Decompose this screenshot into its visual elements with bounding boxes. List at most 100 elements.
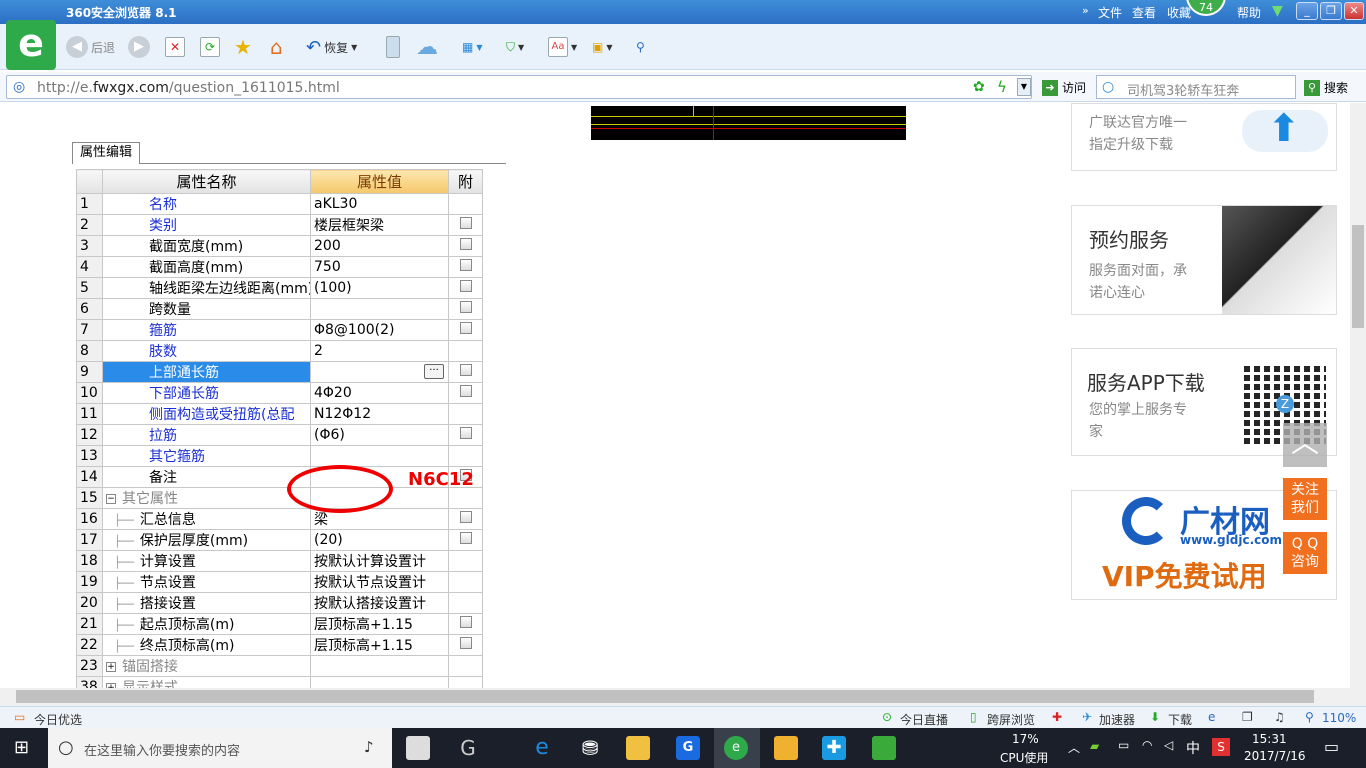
status-zoom[interactable]: 110% bbox=[1322, 711, 1356, 725]
plus-icon[interactable]: ✚ bbox=[1052, 710, 1062, 724]
menu-view[interactable]: 查看 bbox=[1132, 4, 1156, 21]
table-row[interactable]: 11 侧面构造或受扭筋(总配 N12Φ12 bbox=[76, 403, 483, 425]
clock-date[interactable]: 2017/7/16 bbox=[1244, 749, 1306, 763]
apps-icon[interactable]: ▦ ▼ bbox=[462, 36, 483, 58]
service-ad[interactable]: 预约服务 服务面对面，承 诺心连心 bbox=[1071, 205, 1337, 315]
refresh-button[interactable]: ⟳ bbox=[200, 36, 220, 58]
table-row[interactable]: 5 轴线距梁左边线距离(mm) (100) bbox=[76, 277, 483, 299]
menu-file[interactable]: 文件 bbox=[1098, 4, 1122, 21]
search-button[interactable]: ⚲ 搜索 bbox=[1304, 79, 1348, 96]
home-icon[interactable]: ⌂ bbox=[270, 35, 283, 59]
expand-icon[interactable]: + bbox=[106, 662, 116, 672]
property-name-cell[interactable]: − 其它属性 bbox=[102, 487, 311, 509]
notepad-icon[interactable] bbox=[774, 736, 798, 760]
attach-checkbox[interactable] bbox=[459, 301, 472, 313]
property-value-cell[interactable] bbox=[310, 445, 449, 467]
ie-icon[interactable]: e bbox=[1208, 710, 1215, 724]
property-name-cell[interactable]: ├── 保护层厚度(mm) bbox=[102, 529, 311, 551]
search-engine-icon[interactable]: ○ bbox=[1102, 79, 1114, 95]
table-row[interactable]: 7 箍筋 Φ8@100(2) bbox=[76, 319, 483, 341]
battery-icon[interactable]: ▭ bbox=[1118, 738, 1129, 752]
table-row[interactable]: 17 ├── 保护层厚度(mm) (20) bbox=[76, 529, 483, 551]
property-name-cell[interactable]: 名称 bbox=[102, 193, 311, 215]
magnifier-icon[interactable]: ⚲ bbox=[636, 36, 645, 58]
property-value-cell[interactable]: (Φ6) bbox=[310, 424, 449, 446]
attach-checkbox[interactable] bbox=[459, 511, 472, 523]
vertical-scrollbar[interactable] bbox=[1350, 103, 1366, 688]
table-row[interactable]: 2 类别 楼层框架梁 bbox=[76, 214, 483, 236]
table-row[interactable]: 21 ├── 起点顶标高(m) 层顶标高+1.15 bbox=[76, 613, 483, 635]
attach-checkbox[interactable] bbox=[459, 238, 472, 250]
lightning-icon[interactable]: ϟ bbox=[997, 78, 1007, 96]
table-row[interactable]: 15− 其它属性 bbox=[76, 487, 483, 509]
translate-icon[interactable]: Aa ▼ bbox=[548, 36, 577, 58]
property-name-cell[interactable]: 类别 bbox=[102, 214, 311, 236]
task-view-icon[interactable] bbox=[406, 736, 430, 760]
edge-icon[interactable]: e bbox=[530, 736, 554, 760]
table-row[interactable]: 23 + 锚固搭接 bbox=[76, 655, 483, 677]
property-name-cell[interactable]: ├── 计算设置 bbox=[102, 550, 311, 572]
property-name-cell[interactable]: 截面宽度(mm) bbox=[102, 235, 311, 257]
table-row[interactable]: 8 肢数 2 bbox=[76, 340, 483, 362]
property-name-cell[interactable]: ├── 节点设置 bbox=[102, 571, 311, 593]
tab-property-edit[interactable]: 属性编辑 bbox=[72, 142, 140, 164]
nvidia-icon[interactable]: ▰ bbox=[1090, 739, 1099, 753]
menu-favorites[interactable]: 收藏 bbox=[1167, 4, 1191, 21]
property-name-cell[interactable]: + 显示样式 bbox=[102, 676, 311, 688]
attach-checkbox[interactable] bbox=[459, 259, 472, 271]
property-value-cell[interactable]: 4Φ20 bbox=[310, 382, 449, 404]
property-name-cell[interactable]: 轴线距梁左边线距离(mm) bbox=[102, 277, 311, 299]
property-value-cell[interactable]: 2 bbox=[310, 340, 449, 362]
ellipsis-button[interactable]: ··· bbox=[424, 364, 444, 379]
screenshot-icon[interactable]: ▣ ▼ bbox=[592, 36, 613, 58]
speaker-icon[interactable]: ♫ bbox=[1274, 710, 1285, 724]
table-row[interactable]: 38 + 显示样式 bbox=[76, 676, 483, 688]
windows-start-icon[interactable]: ⊞ bbox=[14, 737, 29, 758]
table-row[interactable]: 6 跨数量 bbox=[76, 298, 483, 320]
property-name-cell[interactable]: ├── 终点顶标高(m) bbox=[102, 634, 311, 656]
sogou-ime-icon[interactable]: S bbox=[1212, 738, 1230, 756]
attach-checkbox[interactable] bbox=[459, 322, 472, 334]
clock-time[interactable]: 15:31 bbox=[1252, 732, 1287, 746]
property-value-cell[interactable]: 按默认搭接设置计 bbox=[310, 592, 449, 614]
explorer-icon[interactable] bbox=[626, 736, 650, 760]
property-value-cell[interactable]: (100) bbox=[310, 277, 449, 299]
phone-icon[interactable] bbox=[386, 36, 400, 58]
qq-consult-button[interactable]: Q Q 咨询 bbox=[1283, 532, 1327, 574]
shirt-icon[interactable]: ▼ bbox=[1272, 3, 1283, 19]
table-row[interactable]: 13 其它箍筋 bbox=[76, 445, 483, 467]
close-button[interactable]: ✕ bbox=[1344, 2, 1364, 20]
header-property-value[interactable]: 属性值 bbox=[310, 169, 449, 194]
property-value-cell[interactable] bbox=[310, 676, 449, 688]
table-row[interactable]: 22 ├── 终点顶标高(m) 层顶标高+1.15 bbox=[76, 634, 483, 656]
status-live[interactable]: 今日直播 bbox=[900, 711, 948, 728]
loading-icon[interactable]: ✿ bbox=[973, 79, 985, 95]
attach-checkbox[interactable] bbox=[459, 217, 472, 229]
property-value-cell[interactable]: aKL30 bbox=[310, 193, 449, 215]
cloud-icon[interactable]: ☁ bbox=[416, 35, 438, 60]
forward-button[interactable]: ▶ bbox=[128, 36, 150, 58]
table-row[interactable]: 16 ├── 汇总信息 梁 bbox=[76, 508, 483, 530]
table-row[interactable]: 9 上部通长筋 ··· bbox=[76, 361, 483, 383]
table-row[interactable]: 12 拉筋 (Φ6) bbox=[76, 424, 483, 446]
property-name-cell[interactable]: 截面高度(mm) bbox=[102, 256, 311, 278]
property-value-cell[interactable]: N12Φ12 bbox=[310, 403, 449, 425]
property-value-cell[interactable]: 按默认节点设置计 bbox=[310, 571, 449, 593]
property-name-cell[interactable]: ├── 汇总信息 bbox=[102, 508, 311, 530]
attach-checkbox[interactable] bbox=[459, 616, 472, 628]
attach-checkbox[interactable] bbox=[459, 532, 472, 544]
vertical-scroll-thumb[interactable] bbox=[1352, 225, 1364, 328]
search-input[interactable]: ○ 司机驾3轮轿车狂奔 bbox=[1096, 75, 1296, 99]
table-row[interactable]: 19 ├── 节点设置 按默认节点设置计 bbox=[76, 571, 483, 593]
property-value-cell[interactable]: 层顶标高+1.15 bbox=[310, 634, 449, 656]
back-to-top-button[interactable]: ︿ bbox=[1283, 423, 1327, 467]
back-button[interactable]: ◀ 后退 bbox=[66, 36, 115, 58]
horizontal-scroll-thumb[interactable] bbox=[16, 690, 1314, 703]
status-cross-screen[interactable]: 跨屏浏览 bbox=[987, 711, 1035, 728]
browser-360-icon[interactable]: e bbox=[724, 736, 748, 760]
property-name-cell[interactable]: ├── 搭接设置 bbox=[102, 592, 311, 614]
attach-checkbox[interactable] bbox=[459, 637, 472, 649]
property-value-cell[interactable]: 层顶标高+1.15 bbox=[310, 613, 449, 635]
browser-logo[interactable]: e bbox=[6, 20, 56, 70]
table-row[interactable]: 1 名称 aKL30 bbox=[76, 193, 483, 215]
